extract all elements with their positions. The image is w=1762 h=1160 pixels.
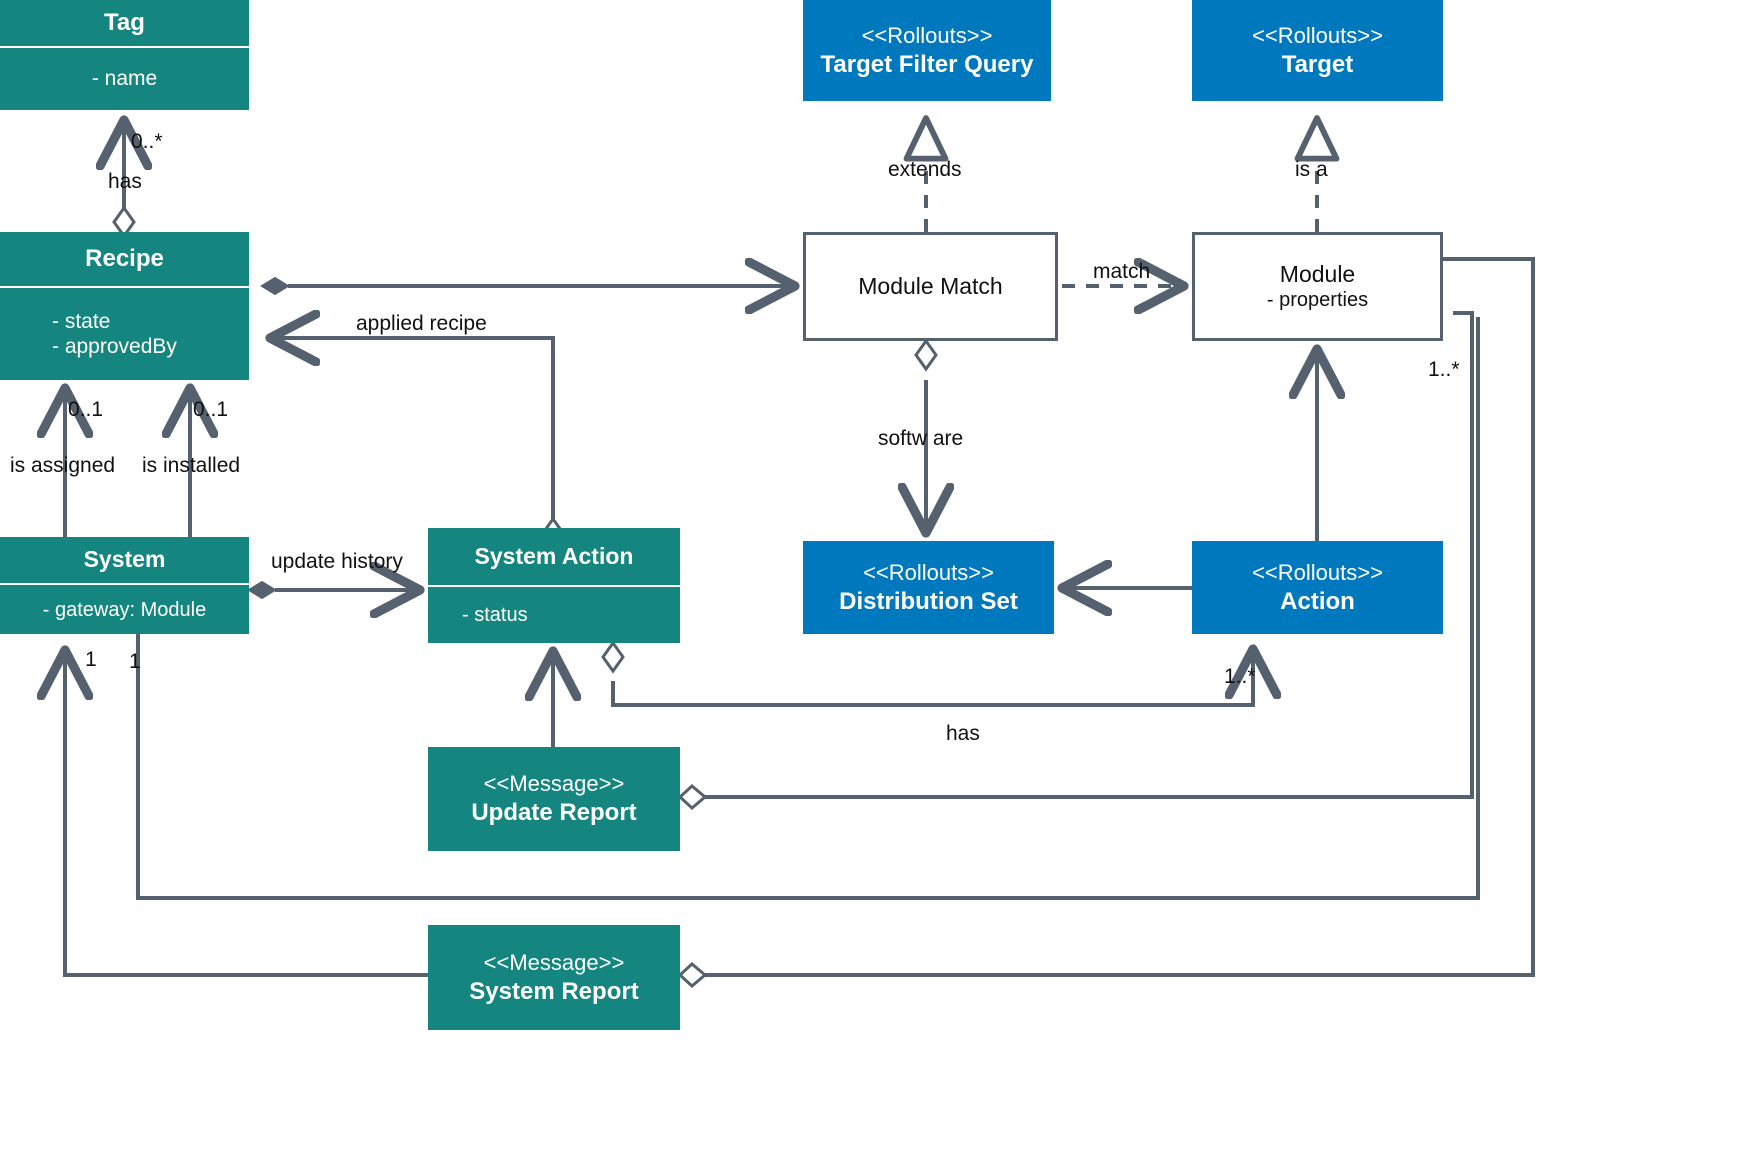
class-name-action: Action xyxy=(1280,587,1355,615)
edge-label-has-action: has xyxy=(946,722,980,745)
class-name-target: Target xyxy=(1281,50,1354,78)
class-box-distribution-set[interactable]: <<Rollouts>> Distribution Set xyxy=(803,541,1054,634)
multiplicity-recipe-tag: 0..* xyxy=(131,130,163,153)
edge-label-applied-recipe: applied recipe xyxy=(356,312,487,335)
uml-class-diagram: Tag - name Recipe - state - approvedBy S… xyxy=(0,0,1762,1160)
composition-diamond-recipe-modulematch xyxy=(260,276,290,296)
class-name-distribution-set: Distribution Set xyxy=(839,587,1018,615)
class-box-action[interactable]: <<Rollouts>> Action xyxy=(1192,541,1443,634)
class-box-system-action[interactable]: System Action - status xyxy=(428,528,680,643)
edge-label-match: match xyxy=(1093,260,1151,283)
class-box-module-match[interactable]: Module Match xyxy=(803,232,1058,341)
class-box-module[interactable]: Module - properties xyxy=(1192,232,1443,341)
class-attributes-tag: - name xyxy=(91,67,158,91)
class-box-target-filter-query[interactable]: <<Rollouts>> Target Filter Query xyxy=(803,0,1051,101)
class-box-target[interactable]: <<Rollouts>> Target xyxy=(1192,0,1443,101)
class-name-module-match: Module Match xyxy=(858,273,1003,300)
class-stereotype-system-report: <<Message>> xyxy=(483,949,625,975)
edge-label-has-tag: has xyxy=(108,170,142,193)
multiplicity-module-right: 1..* xyxy=(1428,358,1460,381)
class-box-recipe[interactable]: Recipe - state - approvedBy xyxy=(0,232,249,380)
class-box-update-report[interactable]: <<Message>> Update Report xyxy=(428,747,680,851)
aggregation-diamond-systemreport-module xyxy=(677,962,708,988)
multiplicity-has-action: 1..* xyxy=(1224,665,1256,688)
edge-label-extends: extends xyxy=(888,158,962,181)
class-attributes-system-action: - status xyxy=(462,604,528,626)
edge-label-is-assigned: is assigned xyxy=(10,454,116,477)
class-box-tag[interactable]: Tag - name xyxy=(0,0,249,110)
class-name-recipe: Recipe xyxy=(85,244,164,272)
class-box-system-report[interactable]: <<Message>> System Report xyxy=(428,925,680,1030)
class-box-system[interactable]: System - gateway: Module xyxy=(0,537,249,634)
class-name-system: System xyxy=(83,546,166,573)
wire-systemreport-system-a xyxy=(65,652,428,977)
composition-diamond-system-systemaction xyxy=(247,580,277,600)
class-attributes-recipe: - state - approvedBy xyxy=(52,309,177,358)
class-stereotype-target: <<Rollouts>> xyxy=(1252,22,1383,48)
multiplicity-system-a: 1 xyxy=(85,648,97,671)
class-stereotype-target-filter-query: <<Rollouts>> xyxy=(861,22,993,48)
edge-label-is-a: is a xyxy=(1295,158,1328,181)
class-name-update-report: Update Report xyxy=(471,799,637,826)
edge-label-update-history: update history xyxy=(271,550,403,573)
edge-label-software: softw are xyxy=(878,427,964,450)
aggregation-diamond-updatereport-module xyxy=(677,784,708,810)
class-name-system-report: System Report xyxy=(469,977,639,1005)
class-attributes-system: - gateway: Module xyxy=(42,598,207,621)
multiplicity-system-b: 1 xyxy=(129,650,141,673)
wire-applied-recipe xyxy=(272,338,555,519)
class-stereotype-action: <<Rollouts>> xyxy=(1252,559,1383,585)
class-stereotype-update-report: <<Message>> xyxy=(483,771,625,796)
wire-has-action xyxy=(611,651,1253,707)
class-name-target-filter-query: Target Filter Query xyxy=(820,50,1034,78)
class-name-system-action: System Action xyxy=(474,542,634,569)
edge-label-is-installed: is installed xyxy=(142,454,241,477)
multiplicity-system-installed: 0..1 xyxy=(193,398,229,421)
class-attributes-module: - properties xyxy=(1266,289,1369,312)
multiplicity-system-assigned: 0..1 xyxy=(68,398,104,421)
class-name-module: Module xyxy=(1279,261,1356,288)
class-name-tag: Tag xyxy=(104,8,145,36)
class-stereotype-distribution-set: <<Rollouts>> xyxy=(863,559,994,585)
aggregation-diamond-systemaction-action xyxy=(601,640,625,674)
aggregation-diamond-modulematch-distset xyxy=(914,338,938,372)
